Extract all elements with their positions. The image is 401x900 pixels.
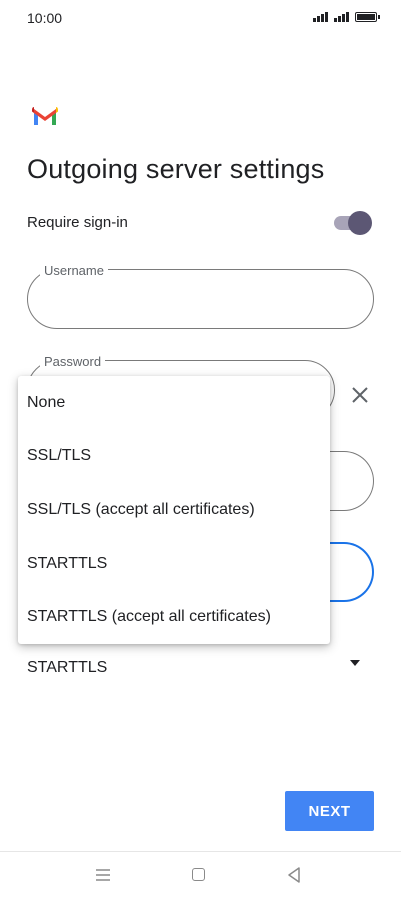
signal-icon <box>313 12 328 22</box>
menu-item-starttls[interactable]: STARTTLS <box>18 537 330 591</box>
menu-icon[interactable] <box>96 869 110 881</box>
close-icon[interactable] <box>349 384 371 406</box>
nav-divider <box>0 851 401 852</box>
menu-item-ssl-tls[interactable]: SSL/TLS <box>18 430 330 484</box>
signal-icon <box>334 12 349 22</box>
require-signin-label: Require sign-in <box>27 214 128 231</box>
menu-item-none[interactable]: None <box>18 376 330 430</box>
username-field[interactable] <box>27 269 374 329</box>
require-signin-toggle-thumb[interactable] <box>348 211 372 235</box>
chevron-down-icon[interactable] <box>350 660 360 666</box>
username-label: Username <box>40 263 108 278</box>
next-button[interactable]: NEXT <box>285 791 374 831</box>
security-type-select[interactable]: STARTTLS <box>27 659 107 677</box>
menu-item-starttls-accept-all[interactable]: STARTTLS (accept all certificates) <box>18 590 330 644</box>
status-time: 10:00 <box>27 10 63 26</box>
page-title: Outgoing server settings <box>27 154 325 184</box>
status-icons <box>313 12 380 22</box>
password-label: Password <box>40 354 106 369</box>
back-icon[interactable] <box>287 867 301 883</box>
gmail-logo <box>32 107 58 125</box>
home-icon[interactable] <box>192 868 205 881</box>
battery-icon <box>355 12 380 22</box>
security-dropdown-menu: None SSL/TLS SSL/TLS (accept all certifi… <box>18 376 330 644</box>
menu-item-ssl-tls-accept-all[interactable]: SSL/TLS (accept all certificates) <box>18 483 330 537</box>
